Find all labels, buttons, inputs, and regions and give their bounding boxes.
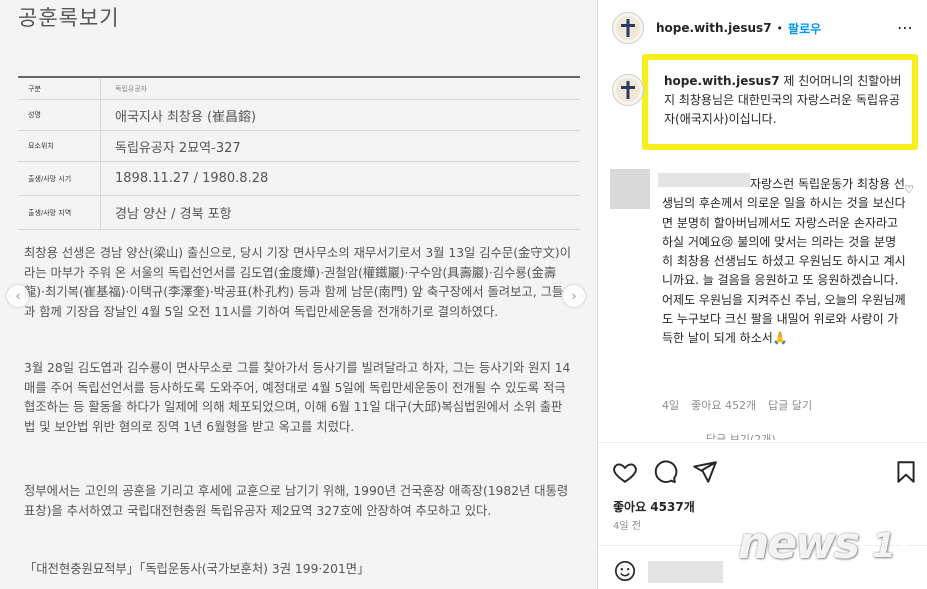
body-paragraph: 최창용 선생은 경남 양산(梁山) 출신으로, 당시 기장 면사무소의 재무서기…	[24, 246, 572, 319]
post-age: 4일 전	[613, 521, 641, 532]
bookmark-icon[interactable]	[893, 459, 919, 485]
table-row: 구분 독립유공자	[18, 78, 580, 100]
carousel-next-button[interactable]: ›	[563, 285, 585, 307]
comment-likes[interactable]: 좋아요 452개	[691, 397, 756, 413]
post-username[interactable]: hope.with.jesus7	[656, 21, 772, 35]
doc-title: 공훈록보기	[18, 6, 120, 30]
follow-button[interactable]: 팔로우	[788, 20, 821, 37]
heart-icon[interactable]	[612, 459, 638, 485]
post-likes[interactable]: 좋아요 4537개	[613, 498, 695, 515]
more-options-icon[interactable]: ⋯	[897, 18, 914, 37]
table-value: 독립유공자	[100, 78, 580, 99]
comment-input[interactable]	[648, 561, 723, 583]
table-row: 출생/사망 지역 경남 양산 / 경북 포항	[18, 196, 580, 230]
share-icon[interactable]	[692, 459, 718, 485]
caption-text-block: hope.with.jesus7 제 친어머니의 친할아버지 최창용님은 대한민…	[664, 72, 909, 129]
source-citation: 「대전현충원묘적부」「독립운동사(국가보훈처) 3권 199·201면」	[24, 562, 370, 576]
table-value: 1898.11.27 / 1980.8.28	[100, 162, 580, 195]
chevron-left-icon: ‹	[15, 289, 21, 303]
view-replies-link[interactable]: 답글 보기(2개)	[706, 431, 776, 440]
blurred-avatar	[610, 169, 650, 209]
record-table: 구분 독립유공자 성명 애국지사 최창용 (崔昌鎔) 묘소위치 독립유공자 2묘…	[18, 76, 580, 230]
emoji-icon[interactable]	[614, 560, 636, 582]
table-label: 출생/사망 시기	[28, 174, 72, 183]
screenshot-root: 공훈록보기 구분 독립유공자 성명 애국지사 최창용 (崔昌鎔) 묘소위치 독립…	[0, 0, 927, 589]
chevron-right-icon: ›	[571, 289, 577, 303]
table-label: 구분	[28, 84, 41, 93]
cross-icon	[616, 78, 640, 102]
avatar[interactable]	[612, 12, 644, 44]
watermark-digit: 1	[860, 523, 907, 569]
post-image: 공훈록보기 구분 독립유공자 성명 애국지사 최창용 (崔昌鎔) 묘소위치 독립…	[0, 0, 597, 589]
watermark-text: news	[738, 518, 860, 569]
avatar[interactable]	[612, 74, 644, 106]
comment-icon[interactable]	[652, 459, 678, 485]
table-label: 성명	[28, 111, 41, 119]
table-row: 출생/사망 시기 1898.11.27 / 1980.8.28	[18, 162, 580, 196]
comment-meta: 4일 좋아요 452개 답글 달기	[662, 397, 812, 413]
table-label: 출생/사망 지역	[28, 208, 72, 217]
table-label: 묘소위치	[28, 142, 54, 150]
body-paragraph: 정부에서는 고인의 공훈을 기리고 후세에 교훈으로 남기기 위해, 1990년…	[24, 484, 569, 518]
table-value: 경남 양산 / 경북 포항	[100, 196, 580, 229]
separator-dot: •	[776, 21, 784, 35]
caption-username[interactable]: hope.with.jesus7	[664, 74, 780, 88]
post-header: hope.with.jesus7 • 팔로우 ⋯	[598, 0, 927, 56]
action-bar	[598, 442, 927, 484]
cross-icon	[616, 16, 640, 40]
body-paragraph: 3월 28일 김도엽과 김수룡이 면사무소로 그를 찾아가서 등사기를 빌려달라…	[24, 361, 571, 434]
table-row: 성명 애국지사 최창용 (崔昌鎔)	[18, 100, 580, 131]
news1-watermark: news 1	[738, 518, 907, 569]
comment-text: 자랑스런 독립운동가 최창용 선생님의 후손께서 의로운 일을 하시는 것을 보…	[662, 177, 906, 346]
comment-age: 4일	[662, 399, 680, 412]
carousel-prev-button[interactable]: ‹	[7, 285, 29, 307]
table-value: 애국지사 최창용 (崔昌鎔)	[100, 100, 580, 130]
post-sidebar: hope.with.jesus7 • 팔로우 ⋯ hope.with.jesus…	[597, 0, 927, 589]
reply-button[interactable]: 답글 달기	[768, 397, 812, 413]
comment-like-icon[interactable]: ♡	[904, 183, 914, 196]
table-row: 묘소위치 독립유공자 2묘역-327	[18, 131, 580, 162]
table-value: 독립유공자 2묘역-327	[100, 131, 580, 161]
